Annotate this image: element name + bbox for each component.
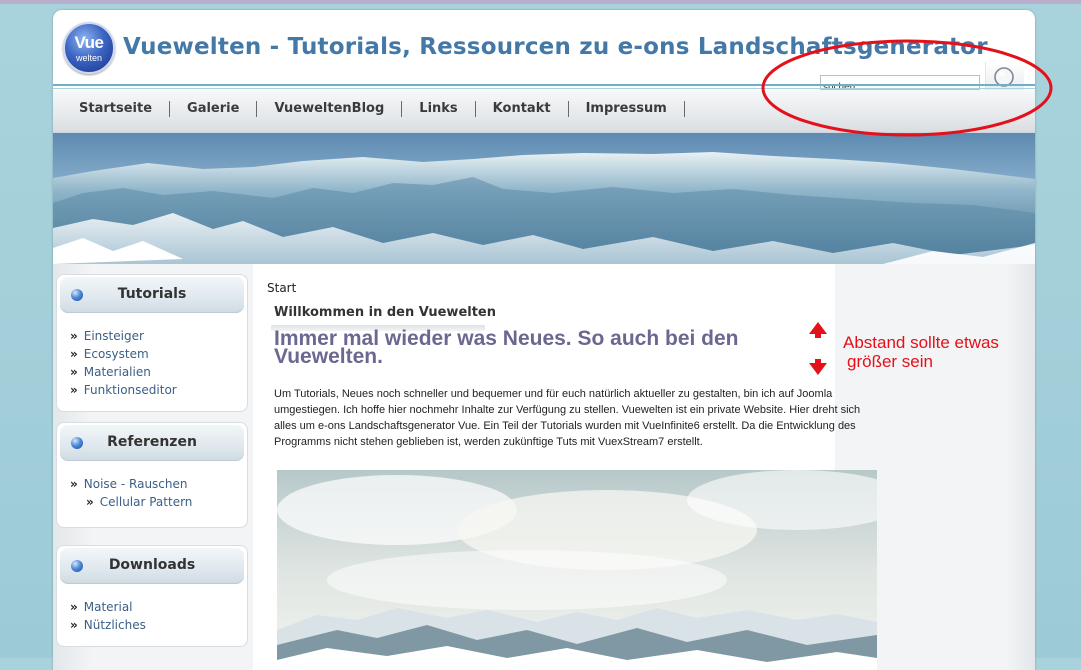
sidebar-link-nuetzliches[interactable]: Nützliches	[70, 616, 146, 634]
annotation-line-1: Abstand sollte etwas	[843, 333, 999, 352]
header-banner-image	[53, 133, 1035, 264]
sidebar-box-header: Tutorials	[60, 277, 244, 313]
article-headline: Immer mal wieder was Neues. So auch bei …	[274, 327, 739, 368]
highlight-ellipse	[761, 39, 1053, 137]
sidebar-link-ecosystem[interactable]: Ecosystem	[70, 345, 177, 363]
sidebar-box-header: Referenzen	[60, 425, 244, 461]
sidebar-link-material[interactable]: Material	[70, 598, 146, 616]
sidebar-link-funktionseditor[interactable]: Funktionseditor	[70, 381, 177, 399]
sidebar-box-title: Referenzen	[107, 434, 197, 450]
nav-item-vuewelten-blog[interactable]: VueweltenBlog	[257, 101, 403, 117]
sidebar-box-downloads: Downloads Material Nützliches	[56, 545, 248, 647]
nav-item-startseite[interactable]: Startseite	[61, 101, 171, 117]
sidebar-box-title: Tutorials	[117, 286, 187, 302]
annotation-note: Abstand sollte etwas größer sein	[843, 333, 999, 371]
nav-item-kontakt[interactable]: Kontakt	[476, 101, 569, 117]
nav-item-galerie[interactable]: Galerie	[170, 101, 258, 117]
sidebar-link-cellular-pattern[interactable]: Cellular Pattern	[70, 493, 193, 511]
sidebar-box-title: Downloads	[108, 557, 196, 573]
sidebar-box-header: Downloads	[60, 548, 244, 584]
article-mountain-photo	[277, 470, 877, 670]
sidebar-box-tutorials: Tutorials Einsteiger Ecosystem Materiali…	[56, 274, 248, 412]
sidebar-link-einsteiger[interactable]: Einsteiger	[70, 327, 177, 345]
breadcrumb[interactable]: Start	[267, 281, 296, 295]
arrow-up-icon	[809, 322, 827, 338]
sidebar-box-referenzen: Referenzen Noise - Rauschen Cellular Pat…	[56, 422, 248, 528]
article-body: Um Tutorials, Neues noch schneller und b…	[274, 388, 861, 448]
mountain-banner-graphic	[53, 152, 1035, 264]
logo-sub-text: welten	[75, 53, 102, 63]
welcome-title: Willkommen in den Vuewelten	[274, 305, 497, 320]
mountain-photo-graphic	[277, 470, 877, 670]
nav-item-links[interactable]: Links	[402, 101, 476, 117]
sidebar-link-noise-rauschen[interactable]: Noise - Rauschen	[70, 475, 192, 493]
site-logo[interactable]: Vue welten	[63, 22, 115, 74]
arrow-down-icon	[809, 359, 827, 375]
top-strip	[0, 0, 1081, 4]
logo-main-text: Vue	[74, 33, 104, 52]
nav-item-impressum[interactable]: Impressum	[569, 101, 685, 117]
annotation-line-2: größer sein	[847, 352, 933, 371]
sidebar-link-materialien[interactable]: Materialien	[70, 363, 177, 381]
